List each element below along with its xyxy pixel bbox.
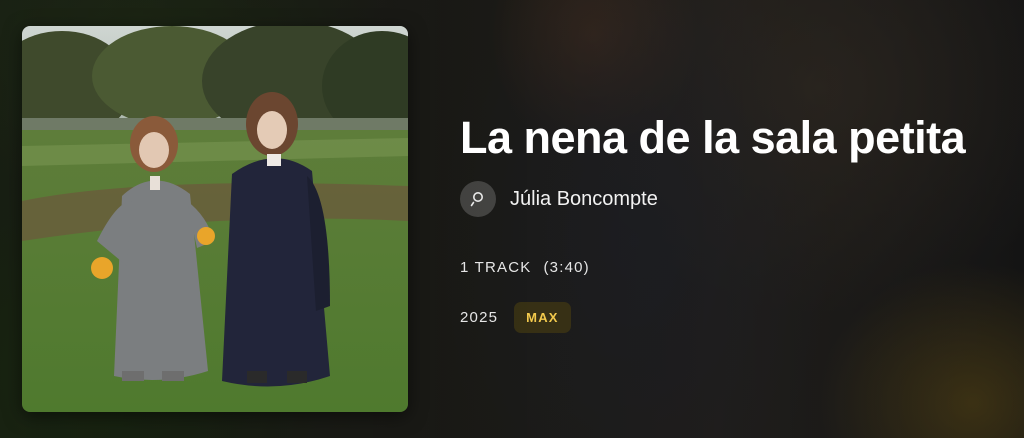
album-title: La nena de la sala petita: [460, 112, 966, 163]
release-year: 2025: [460, 309, 499, 326]
track-count: 1 TRACK: [460, 259, 532, 276]
artist-name[interactable]: Júlia Boncompte: [510, 188, 658, 211]
quality-badge: MAX: [514, 302, 571, 333]
album-cover-image: [22, 26, 408, 412]
release-meta: 2025 MAX: [460, 302, 571, 333]
person-icon: [460, 181, 496, 217]
track-meta: 1 TRACK (3:40): [460, 259, 590, 276]
artist-link[interactable]: Júlia Boncompte: [460, 181, 658, 217]
album-cover[interactable]: [22, 26, 408, 412]
album-duration: (3:40): [543, 259, 590, 276]
